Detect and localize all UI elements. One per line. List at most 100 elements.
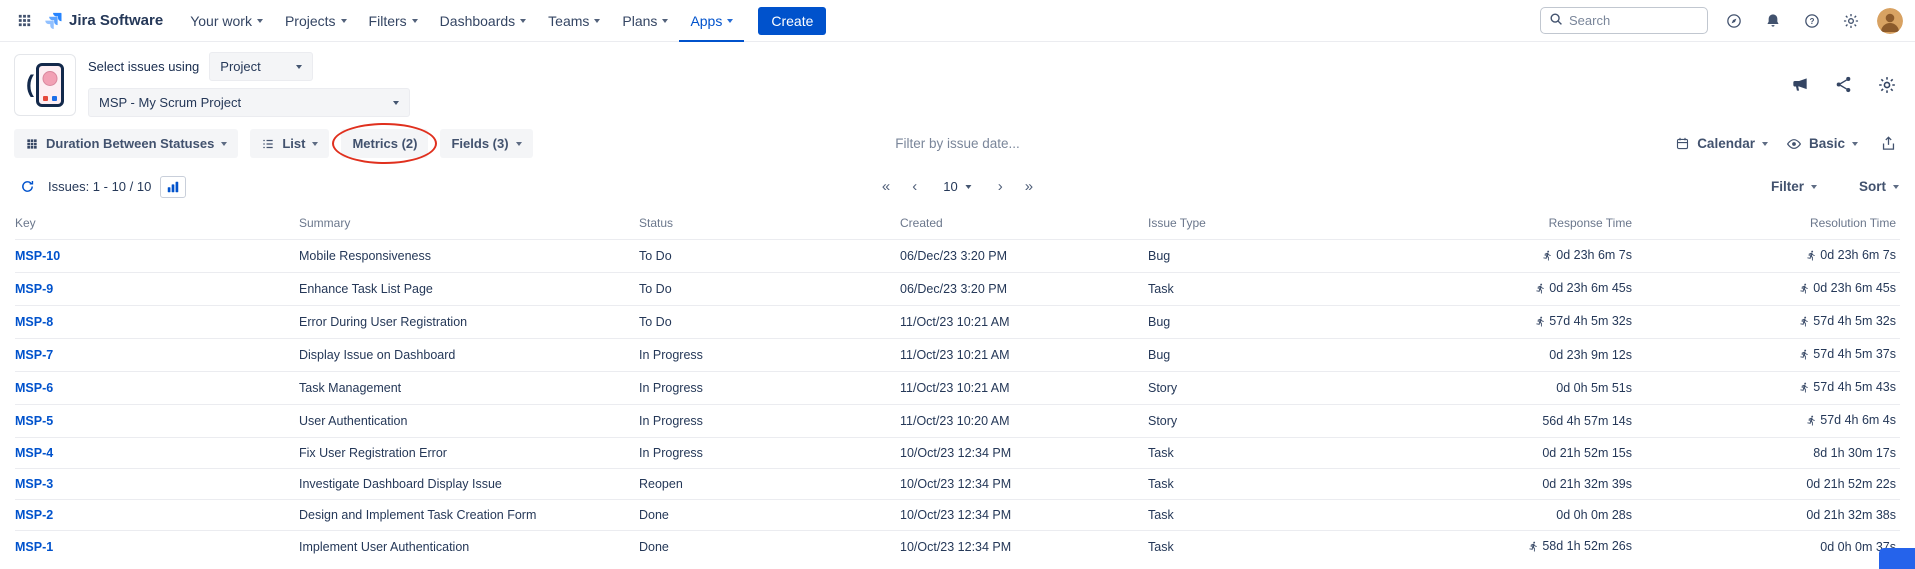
issue-key-link[interactable]: MSP-8 <box>15 315 53 329</box>
calendar-select[interactable]: Calendar <box>1675 136 1768 151</box>
refresh-icon[interactable] <box>16 175 39 198</box>
app-settings-gear-icon[interactable] <box>1873 71 1901 99</box>
issues-count-label: Issues: 1 - 10 / 10 <box>48 179 151 194</box>
response-time: 57d 4h 5m 32s <box>1549 314 1632 328</box>
display-mode-select[interactable]: Basic <box>1786 136 1858 152</box>
running-timer-icon <box>1806 415 1817 429</box>
metrics-button[interactable]: Metrics (2) <box>341 129 428 158</box>
column-header-response-time[interactable]: Response Time <box>1388 209 1636 240</box>
footer: project = 'MSP' Report Date: 07/Dec/23 2… <box>0 563 1915 569</box>
sort-dropdown[interactable]: Sort <box>1859 179 1899 194</box>
issue-date-filter-input[interactable] <box>798 136 1118 151</box>
select-issues-label: Select issues using <box>88 59 199 74</box>
nav-item-apps[interactable]: Apps <box>679 0 744 42</box>
issue-created: 06/Dec/23 3:20 PM <box>900 240 1148 273</box>
project-select[interactable]: MSP - My Scrum Project <box>88 88 410 117</box>
fields-button[interactable]: Fields (3) <box>440 129 532 158</box>
issue-status: Done <box>639 500 900 531</box>
report-type-select[interactable]: Duration Between Statuses <box>14 129 238 158</box>
issue-key-link[interactable]: MSP-4 <box>15 446 53 460</box>
issue-key-link[interactable]: MSP-3 <box>15 477 53 491</box>
first-page-button[interactable] <box>878 177 894 196</box>
search-input[interactable] <box>1569 13 1699 28</box>
column-header-issue-type[interactable]: Issue Type <box>1148 209 1388 240</box>
help-icon[interactable]: ? <box>1799 8 1825 34</box>
app-switcher-icon[interactable] <box>12 8 37 33</box>
table-header-row: Key Summary Status Created Issue Type Re… <box>15 209 1900 240</box>
issue-summary: Mobile Responsiveness <box>299 240 639 273</box>
create-button[interactable]: Create <box>758 7 826 35</box>
chevron-down-icon <box>1893 185 1899 189</box>
column-header-resolution-time[interactable]: Resolution Time <box>1636 209 1900 240</box>
discover-icon[interactable] <box>1721 8 1747 34</box>
issue-type: Task <box>1148 531 1388 564</box>
phone-icon <box>36 63 64 107</box>
export-icon[interactable] <box>1876 131 1901 156</box>
feedback-megaphone-icon[interactable] <box>1786 71 1814 99</box>
response-time: 0d 23h 9m 12s <box>1549 348 1632 362</box>
issue-type: Task <box>1148 273 1388 306</box>
app-logo: ( <box>14 54 76 116</box>
chevron-down-icon <box>727 19 733 23</box>
next-page-button[interactable] <box>994 177 1007 196</box>
issue-key-link[interactable]: MSP-2 <box>15 508 53 522</box>
share-icon[interactable] <box>1830 71 1857 98</box>
response-time: 0d 21h 52m 15s <box>1542 446 1632 460</box>
column-header-status[interactable]: Status <box>639 209 900 240</box>
avatar[interactable] <box>1877 8 1903 34</box>
issue-key-link[interactable]: MSP-7 <box>15 348 53 362</box>
view-mode-select[interactable]: List <box>250 129 329 158</box>
results-right: Filter Sort <box>1771 179 1899 194</box>
column-header-summary[interactable]: Summary <box>299 209 639 240</box>
jira-logo[interactable]: Jira Software <box>43 11 163 31</box>
floating-widget-button[interactable] <box>1879 548 1915 569</box>
issue-type: Bug <box>1148 339 1388 372</box>
column-header-key[interactable]: Key <box>15 209 299 240</box>
svg-text:?: ? <box>1810 17 1815 26</box>
nav-item-projects[interactable]: Projects <box>274 0 358 42</box>
nav-item-plans[interactable]: Plans <box>611 0 679 42</box>
nav-item-teams[interactable]: Teams <box>537 0 611 42</box>
resolution-time: 0d 23h 6m 45s <box>1813 281 1896 295</box>
resolution-time: 57d 4h 5m 43s <box>1813 380 1896 394</box>
issue-summary: Design and Implement Task Creation Form <box>299 500 639 531</box>
issue-key-link[interactable]: MSP-10 <box>15 249 60 263</box>
issue-status: To Do <box>639 306 900 339</box>
filter-dropdown[interactable]: Filter <box>1771 179 1817 194</box>
settings-icon[interactable] <box>1838 8 1864 34</box>
column-header-created[interactable]: Created <box>900 209 1148 240</box>
page-size-select[interactable]: 10 <box>935 175 979 198</box>
issue-status: In Progress <box>639 339 900 372</box>
jira-report-page: Jira Software Your work Projects Filters… <box>0 0 1915 569</box>
running-timer-icon <box>1535 283 1546 297</box>
issue-type: Story <box>1148 372 1388 405</box>
issue-status: In Progress <box>639 372 900 405</box>
response-time: 0d 23h 6m 7s <box>1556 248 1632 262</box>
last-page-button[interactable] <box>1021 177 1037 196</box>
issue-key-link[interactable]: MSP-5 <box>15 414 53 428</box>
issue-summary: Enhance Task List Page <box>299 273 639 306</box>
notifications-icon[interactable] <box>1760 8 1786 34</box>
issue-key-link[interactable]: MSP-6 <box>15 381 53 395</box>
running-timer-icon <box>1799 382 1810 396</box>
issue-status: To Do <box>639 273 900 306</box>
nav-item-your-work[interactable]: Your work <box>179 0 274 42</box>
issue-summary: Fix User Registration Error <box>299 438 639 469</box>
character-face <box>43 71 58 86</box>
nav-item-filters[interactable]: Filters <box>358 0 429 42</box>
issue-key-link[interactable]: MSP-1 <box>15 540 53 554</box>
chevron-down-icon <box>296 65 302 69</box>
issue-source-select[interactable]: Project <box>209 52 313 81</box>
chevron-down-icon <box>312 142 318 146</box>
running-timer-icon <box>1528 541 1539 555</box>
issue-summary: Implement User Authentication <box>299 531 639 564</box>
app-header-actions <box>1786 71 1901 99</box>
table-row: MSP-10 Mobile Responsiveness To Do 06/De… <box>15 240 1900 273</box>
running-timer-icon <box>1542 250 1553 264</box>
nav-item-dashboards[interactable]: Dashboards <box>429 0 538 42</box>
response-time: 0d 21h 32m 39s <box>1542 477 1632 491</box>
chart-view-button[interactable] <box>160 176 186 198</box>
previous-page-button[interactable] <box>908 177 921 196</box>
issue-key-link[interactable]: MSP-9 <box>15 282 53 296</box>
issue-source-selectors: Select issues using Project MSP - My Scr… <box>88 52 410 117</box>
